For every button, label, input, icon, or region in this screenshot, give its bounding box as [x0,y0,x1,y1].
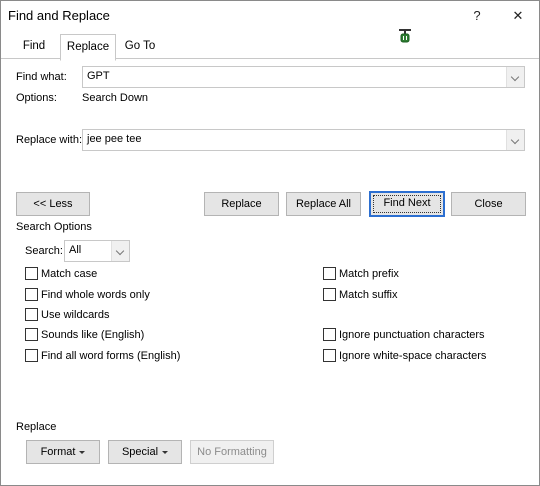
format-button-label: Format [40,446,76,458]
replace-with-input[interactable]: jee pee tee [87,133,141,145]
cursor-icon [399,29,411,43]
ignore-punctuation-checkbox[interactable] [323,328,336,341]
search-direction-value: All [69,244,82,256]
wildcards-label[interactable]: Use wildcards [41,309,109,321]
match-prefix-label[interactable]: Match prefix [339,268,399,280]
format-caret-icon [79,450,86,454]
special-button[interactable]: Special [108,440,182,464]
word-forms-label[interactable]: Find all word forms (English) [41,350,180,362]
whole-words-label[interactable]: Find whole words only [41,289,150,301]
sounds-like-label[interactable]: Sounds like (English) [41,329,144,341]
tab-go-to[interactable]: Go To [119,37,161,58]
whole-words-checkbox[interactable] [25,288,38,301]
search-options-heading: Search Options [16,221,92,233]
replace-section-heading: Replace [16,421,57,433]
special-caret-icon [162,450,169,454]
search-direction-label: Search: [25,245,63,257]
ignore-whitespace-label[interactable]: Ignore white-space characters [339,350,486,362]
focus-rect [373,195,441,213]
ignore-punctuation-label[interactable]: Ignore punctuation characters [339,329,485,341]
match-suffix-checkbox[interactable] [323,288,336,301]
ignore-whitespace-checkbox[interactable] [323,349,336,362]
replace-all-button[interactable]: Replace All [286,192,361,216]
tab-replace[interactable]: Replace [60,34,116,61]
close-button[interactable]: Close [451,192,526,216]
match-case-label[interactable]: Match case [41,268,97,280]
close-window-button[interactable]: ✕ [503,5,533,27]
replace-with-combo[interactable]: jee pee tee [82,129,525,151]
format-button[interactable]: Format [26,440,100,464]
title-bar: Find and Replace ? ✕ [1,1,539,31]
window-title: Find and Replace [8,8,110,23]
replace-button[interactable]: Replace [204,192,279,216]
special-button-label: Special [121,446,159,458]
replace-with-dropdown-icon[interactable] [506,130,524,150]
no-formatting-button[interactable]: No Formatting [190,440,274,464]
find-replace-dialog: Find and Replace ? ✕ Find Replace Go To … [0,0,540,486]
match-prefix-checkbox[interactable] [323,267,336,280]
options-label: Options: [16,92,57,104]
match-suffix-label[interactable]: Match suffix [339,289,398,301]
options-value: Search Down [82,92,149,104]
find-next-button[interactable]: Find Next [369,191,445,217]
word-forms-checkbox[interactable] [25,349,38,362]
find-what-dropdown-icon[interactable] [506,67,524,87]
replace-with-label: Replace with: [16,134,83,146]
find-what-label: Find what: [16,71,67,83]
find-what-combo[interactable]: GPT [82,66,525,88]
less-button[interactable]: << Less [16,192,90,216]
match-case-checkbox[interactable] [25,267,38,280]
wildcards-checkbox[interactable] [25,308,38,321]
sounds-like-checkbox[interactable] [25,328,38,341]
help-button[interactable]: ? [462,5,492,27]
search-direction-select[interactable]: All [64,240,130,262]
search-direction-dropdown-icon[interactable] [111,241,129,261]
find-what-input[interactable]: GPT [87,70,110,82]
tab-find[interactable]: Find [14,37,54,58]
